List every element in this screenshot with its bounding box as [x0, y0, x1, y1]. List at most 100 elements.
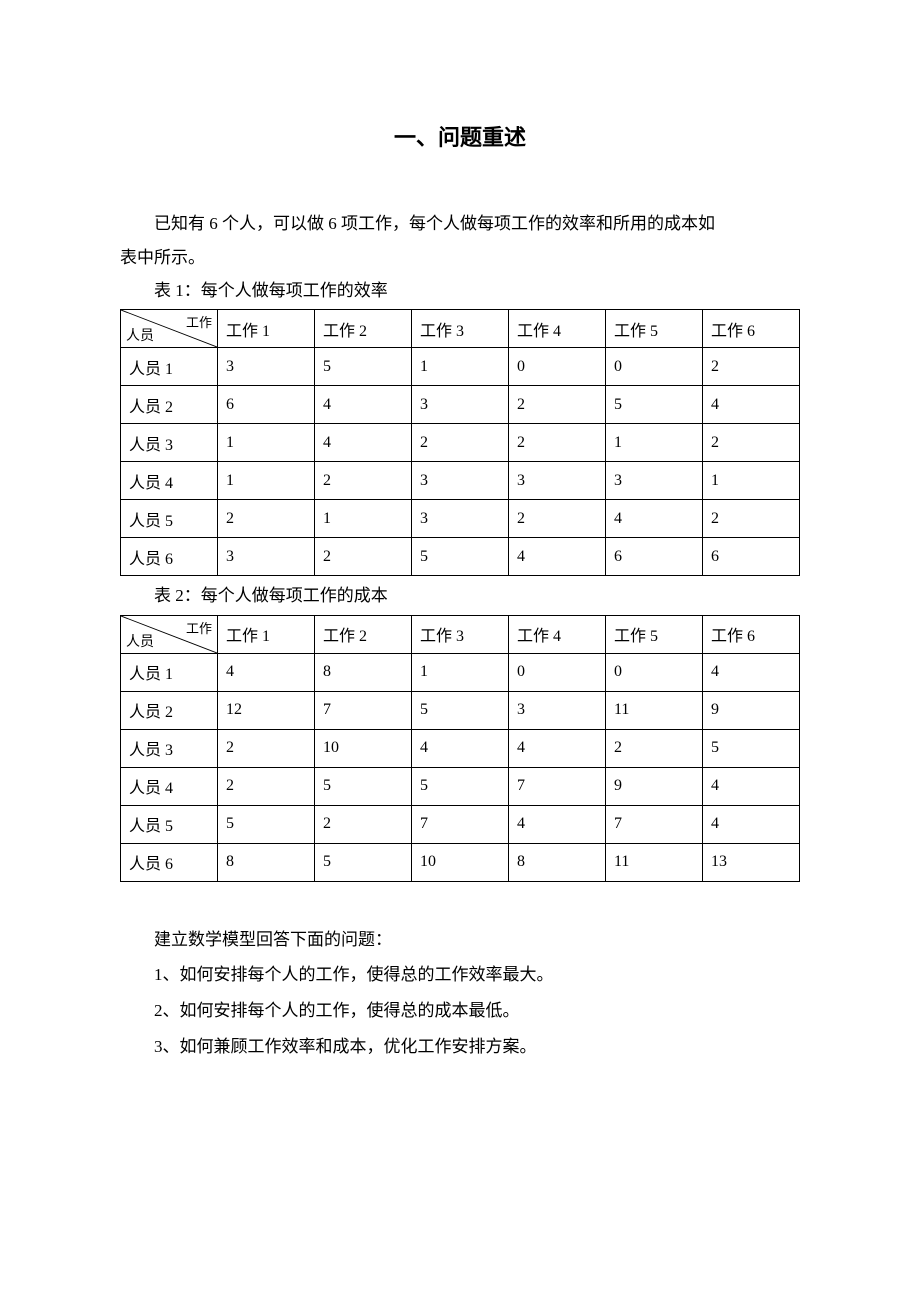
- cell: 7: [606, 805, 703, 843]
- cell: 7: [315, 691, 412, 729]
- cell: 5: [315, 843, 412, 881]
- table-header-row: 工作 人员 工作 1 工作 2 工作 3 工作 4 工作 5 工作 6: [121, 615, 800, 653]
- row-header: 人员 5: [121, 500, 218, 538]
- cell: 7: [412, 805, 509, 843]
- table-row: 人员 4 255794: [121, 767, 800, 805]
- table-row: 人员 3 142212: [121, 424, 800, 462]
- cell: 2: [606, 729, 703, 767]
- cell: 3: [412, 462, 509, 500]
- cell: 4: [703, 386, 800, 424]
- cell: 6: [218, 386, 315, 424]
- row-header: 人员 6: [121, 843, 218, 881]
- cell: 0: [509, 653, 606, 691]
- cell: 4: [509, 538, 606, 576]
- col-header: 工作 4: [509, 310, 606, 348]
- col-header: 工作 4: [509, 615, 606, 653]
- table-row: 人员 5 213242: [121, 500, 800, 538]
- diag-bottom-label: 人员: [126, 325, 154, 345]
- cell: 5: [412, 767, 509, 805]
- cell: 0: [606, 348, 703, 386]
- col-header: 工作 2: [315, 615, 412, 653]
- cell: 5: [703, 729, 800, 767]
- cell: 4: [315, 424, 412, 462]
- cell: 1: [412, 653, 509, 691]
- row-header: 人员 1: [121, 348, 218, 386]
- cell: 4: [509, 805, 606, 843]
- cell: 2: [703, 348, 800, 386]
- row-header: 人员 3: [121, 729, 218, 767]
- diag-top-label: 工作: [186, 312, 212, 331]
- cell: 5: [315, 348, 412, 386]
- cell: 4: [703, 767, 800, 805]
- cell: 2: [509, 500, 606, 538]
- section-title: 一、问题重述: [120, 120, 800, 152]
- cell: 2: [315, 538, 412, 576]
- row-header: 人员 1: [121, 653, 218, 691]
- cell: 2: [218, 767, 315, 805]
- row-header: 人员 5: [121, 805, 218, 843]
- table-row: 人员 6 325466: [121, 538, 800, 576]
- table-header-row: 工作 人员 工作 1 工作 2 工作 3 工作 4 工作 5 工作 6: [121, 310, 800, 348]
- cell: 6: [606, 538, 703, 576]
- cell: 3: [412, 386, 509, 424]
- cell: 5: [315, 767, 412, 805]
- row-header: 人员 4: [121, 462, 218, 500]
- cell: 8: [218, 843, 315, 881]
- col-header: 工作 2: [315, 310, 412, 348]
- cell: 1: [703, 462, 800, 500]
- table-row: 人员 2 643254: [121, 386, 800, 424]
- cell: 8: [315, 653, 412, 691]
- cell: 2: [412, 424, 509, 462]
- col-header: 工作 3: [412, 310, 509, 348]
- diagonal-header-cell: 工作 人员: [121, 310, 218, 348]
- cell: 3: [218, 348, 315, 386]
- cell: 3: [606, 462, 703, 500]
- diag-top-label: 工作: [186, 618, 212, 637]
- cell: 11: [606, 843, 703, 881]
- table2-caption: 表 2：每个人做每项工作的成本: [120, 580, 800, 612]
- col-header: 工作 3: [412, 615, 509, 653]
- cell: 9: [606, 767, 703, 805]
- efficiency-table: 工作 人员 工作 1 工作 2 工作 3 工作 4 工作 5 工作 6 人员 1…: [120, 309, 800, 576]
- cell: 4: [315, 386, 412, 424]
- cell: 4: [218, 653, 315, 691]
- table1-caption: 表 1：每个人做每项工作的效率: [120, 275, 800, 307]
- cell: 1: [218, 424, 315, 462]
- question-3: 3、如何兼顾工作效率和成本，优化工作安排方案。: [120, 1029, 800, 1065]
- cell: 2: [509, 386, 606, 424]
- cell: 10: [412, 843, 509, 881]
- table-row: 人员 2 12753119: [121, 691, 800, 729]
- cell: 5: [218, 805, 315, 843]
- cell: 3: [218, 538, 315, 576]
- cell: 1: [606, 424, 703, 462]
- table-row: 人员 1 351002: [121, 348, 800, 386]
- cell: 2: [703, 500, 800, 538]
- cost-table: 工作 人员 工作 1 工作 2 工作 3 工作 4 工作 5 工作 6 人员 1…: [120, 615, 800, 882]
- row-header: 人员 6: [121, 538, 218, 576]
- cell: 5: [412, 538, 509, 576]
- col-header: 工作 6: [703, 615, 800, 653]
- intro-line-1: 已知有 6 个人，可以做 6 项工作，每个人做每项工作的效率和所用的成本如: [120, 207, 800, 241]
- row-header: 人员 2: [121, 386, 218, 424]
- cell: 13: [703, 843, 800, 881]
- cell: 5: [412, 691, 509, 729]
- cell: 6: [703, 538, 800, 576]
- cell: 4: [509, 729, 606, 767]
- col-header: 工作 1: [218, 310, 315, 348]
- table-row: 人员 3 2104425: [121, 729, 800, 767]
- cell: 4: [606, 500, 703, 538]
- cell: 2: [315, 805, 412, 843]
- row-header: 人员 3: [121, 424, 218, 462]
- cell: 4: [703, 653, 800, 691]
- cell: 4: [412, 729, 509, 767]
- cell: 0: [509, 348, 606, 386]
- cell: 10: [315, 729, 412, 767]
- cell: 12: [218, 691, 315, 729]
- cell: 1: [412, 348, 509, 386]
- diagonal-header-cell: 工作 人员: [121, 615, 218, 653]
- table-row: 人员 5 527474: [121, 805, 800, 843]
- cell: 3: [412, 500, 509, 538]
- col-header: 工作 1: [218, 615, 315, 653]
- col-header: 工作 6: [703, 310, 800, 348]
- cell: 2: [509, 424, 606, 462]
